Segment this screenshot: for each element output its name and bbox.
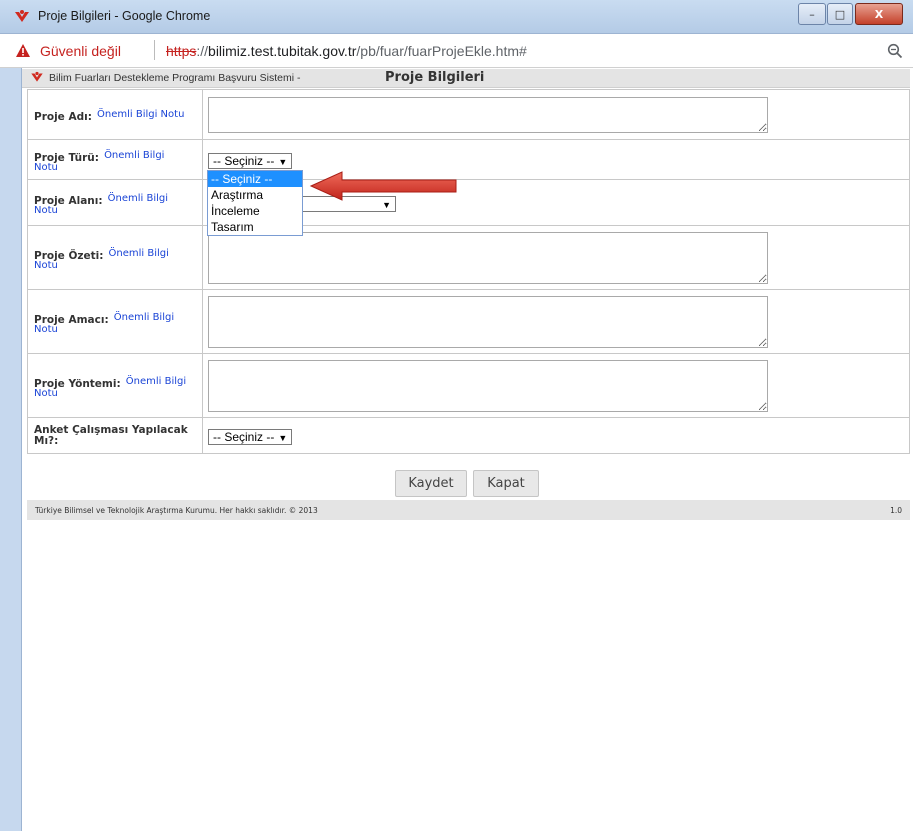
- proje-turu-dropdown-list[interactable]: -- Seçiniz -- Araştırma İnceleme Tasarım: [207, 170, 303, 236]
- save-button[interactable]: Kaydet: [395, 470, 467, 497]
- minimize-icon: –: [809, 7, 815, 21]
- onemli-bilgi-notu-link[interactable]: Önemli Bilgi Notu: [97, 109, 184, 120]
- page-header: Bilim Fuarları Destekleme Programı Başvu…: [22, 69, 910, 88]
- notu-link[interactable]: Notu: [34, 206, 196, 216]
- onemli-bilgi-link[interactable]: Önemli Bilgi: [108, 193, 168, 204]
- row-proje-adi: Proje Adı: Önemli Bilgi Notu: [27, 89, 910, 140]
- annotation-arrow-icon: [309, 171, 457, 201]
- notu-link[interactable]: Notu: [34, 325, 196, 335]
- label-cell: Anket Çalışması Yapılacak Mı?:: [27, 417, 203, 454]
- row-proje-alani: Proje Alanı: Önemli Bilgi Notu ▼: [27, 179, 910, 226]
- address-divider: [154, 40, 155, 60]
- value-cell: -- Seçiniz -- ▼: [202, 417, 910, 454]
- value-cell: [202, 225, 910, 290]
- dropdown-option[interactable]: İnceleme: [208, 203, 302, 219]
- anket-select[interactable]: -- Seçiniz -- ▼: [208, 429, 293, 445]
- label-cell: Proje Özeti: Önemli Bilgi Notu: [27, 225, 203, 290]
- page-title: Proje Bilgileri: [385, 70, 485, 85]
- close-button[interactable]: Kapat: [473, 470, 539, 497]
- value-cell: [202, 353, 910, 418]
- anket-label: Anket Çalışması Yapılacak Mı?:: [34, 423, 188, 447]
- notu-link[interactable]: Notu: [34, 163, 196, 173]
- onemli-bilgi-link[interactable]: Önemli Bilgi: [109, 248, 169, 259]
- row-proje-yontemi: Proje Yöntemi: Önemli Bilgi Notu: [27, 353, 910, 418]
- close-window-button[interactable]: X: [855, 3, 903, 25]
- url-separator: ://: [196, 43, 209, 59]
- row-anket: Anket Çalışması Yapılacak Mı?: -- Seçini…: [27, 417, 910, 454]
- notu-link[interactable]: Notu: [34, 389, 196, 399]
- label-cell: Proje Alanı: Önemli Bilgi Notu: [27, 179, 203, 226]
- proje-yontemi-input[interactable]: [208, 359, 768, 412]
- warning-triangle-icon: [16, 44, 30, 57]
- maximize-button[interactable]: □: [827, 3, 853, 25]
- dropdown-option[interactable]: Tasarım: [208, 219, 302, 235]
- value-cell: [202, 289, 910, 354]
- maximize-icon: □: [834, 7, 846, 21]
- page-footer: Türkiye Bilimsel ve Teknolojik Araştırma…: [27, 500, 910, 520]
- proje-amaci-input[interactable]: [208, 295, 768, 348]
- chevron-down-icon: ▼: [278, 433, 288, 443]
- version-text: 1.0: [890, 506, 902, 515]
- window-titlebar: Proje Bilgileri - Google Chrome – □ X: [0, 0, 913, 34]
- row-proje-turu: Proje Türü: Önemli Bilgi Notu -- Seçiniz…: [27, 139, 910, 180]
- url-host: bilimiz.test.tubitak.gov.tr: [208, 43, 357, 59]
- label-cell: Proje Yöntemi: Önemli Bilgi Notu: [27, 353, 203, 418]
- zoom-icon[interactable]: [887, 43, 903, 59]
- url-text[interactable]: https://bilimiz.test.tubitak.gov.tr/pb/f…: [166, 43, 527, 59]
- security-status[interactable]: Güvenli değil: [40, 43, 121, 59]
- proje-adi-label: Proje Adı:: [34, 111, 92, 123]
- proje-adi-input[interactable]: [208, 96, 768, 133]
- onemli-bilgi-link[interactable]: Önemli Bilgi: [114, 312, 174, 323]
- dropdown-option[interactable]: -- Seçiniz --: [208, 171, 302, 187]
- proje-turu-select[interactable]: -- Seçiniz -- ▼: [208, 153, 293, 169]
- close-icon: X: [874, 7, 884, 21]
- notu-link[interactable]: Notu: [34, 261, 196, 271]
- onemli-bilgi-link[interactable]: Önemli Bilgi: [126, 376, 186, 387]
- label-cell: Proje Amacı: Önemli Bilgi Notu: [27, 289, 203, 354]
- row-proje-ozeti: Proje Özeti: Önemli Bilgi Notu: [27, 225, 910, 290]
- minimize-button[interactable]: –: [798, 3, 826, 25]
- url-path: /pb/fuar/fuarProjeEkle.htm#: [356, 43, 527, 59]
- window-title: Proje Bilgileri - Google Chrome: [38, 9, 211, 23]
- onemli-bilgi-link[interactable]: Önemli Bilgi: [104, 150, 164, 161]
- url-scheme: https: [166, 43, 197, 59]
- copyright-text: Türkiye Bilimsel ve Teknolojik Araştırma…: [35, 506, 318, 515]
- dropdown-option[interactable]: Araştırma: [208, 187, 302, 203]
- proje-ozeti-input[interactable]: [208, 231, 768, 284]
- label-cell: Proje Türü: Önemli Bilgi Notu: [27, 139, 203, 180]
- row-proje-amaci: Proje Amacı: Önemli Bilgi Notu: [27, 289, 910, 354]
- chevron-down-icon: ▼: [278, 157, 288, 167]
- select-value: -- Seçiniz --: [213, 430, 275, 444]
- system-name: Bilim Fuarları Destekleme Programı Başvu…: [49, 72, 301, 84]
- value-cell: [202, 89, 910, 140]
- tubitak-logo-icon: [15, 10, 29, 22]
- address-bar[interactable]: Güvenli değil https://bilimiz.test.tubit…: [0, 34, 913, 68]
- tubitak-logo-icon: [31, 71, 43, 82]
- label-cell: Proje Adı: Önemli Bilgi Notu: [27, 89, 203, 140]
- project-form: Proje Adı: Önemli Bilgi Notu Proje Türü:…: [27, 89, 910, 454]
- window-left-border: [0, 68, 22, 831]
- select-value: -- Seçiniz --: [213, 154, 275, 168]
